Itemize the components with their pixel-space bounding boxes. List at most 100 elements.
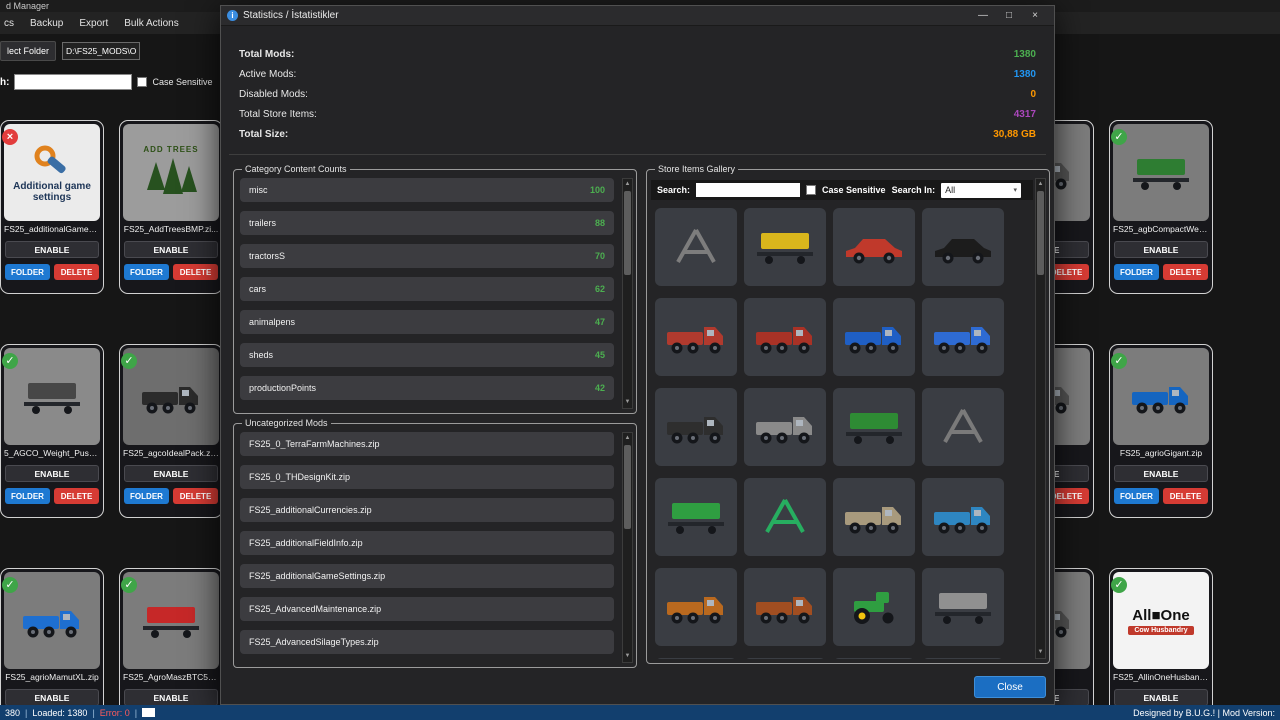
- store-item-truck-tan-icon[interactable]: [833, 478, 915, 556]
- screen: d Manager cs Backup Export Bulk Actions …: [0, 0, 1280, 720]
- store-item-flatbed-truck-gray-icon[interactable]: [744, 388, 826, 466]
- store-item-cultivator-arm-gray-icon[interactable]: [922, 388, 1004, 466]
- delete-button[interactable]: DELETE: [173, 264, 218, 280]
- gallery-search-label: Search:: [657, 185, 690, 195]
- enable-button[interactable]: ENABLE: [124, 241, 218, 258]
- enable-button[interactable]: ENABLE: [5, 241, 99, 258]
- category-counts-group: Category Content Counts misc100trailers8…: [233, 164, 637, 414]
- uncategorized-mods-group: Uncategorized Mods FS25_0_TerraFarmMachi…: [233, 418, 637, 668]
- mod-thumbnail: [4, 572, 100, 669]
- scroll-up-icon[interactable]: ▲: [623, 180, 632, 189]
- store-item-classic-car-black-icon[interactable]: [922, 208, 1004, 286]
- category-row[interactable]: tractorsS70: [240, 244, 614, 268]
- folder-button[interactable]: FOLDER: [1114, 264, 1159, 280]
- enable-button[interactable]: ENABLE: [124, 689, 218, 706]
- enable-button[interactable]: ENABLE: [124, 465, 218, 482]
- uncategorized-mod-row[interactable]: FS25_AdvancedSilageTypes.zip: [240, 630, 614, 654]
- store-item-field-crane-icon[interactable]: [655, 208, 737, 286]
- category-row[interactable]: animalpens47: [240, 310, 614, 334]
- gallery-scrollbar[interactable]: ▲ ▼: [1035, 178, 1046, 659]
- mod-card: ✓FS25_agrioMamutXL.zipENABLEFOLDERDELETE: [0, 568, 104, 720]
- store-item-pickup-black-icon[interactable]: [655, 388, 737, 466]
- scroll-up-icon[interactable]: ▲: [1036, 180, 1045, 189]
- store-item-pickup-red-white-icon[interactable]: [655, 298, 737, 376]
- close-window-button[interactable]: ×: [1022, 6, 1048, 26]
- search-in-value: All: [945, 185, 955, 195]
- statistics-dialog: i Statistics / İstatistikler — □ × Total…: [220, 5, 1055, 705]
- search-in-label: Search In:: [892, 185, 936, 195]
- card-actions: FOLDERDELETE: [1114, 264, 1208, 280]
- delete-button[interactable]: DELETE: [54, 264, 99, 280]
- enabled-badge-icon: ✓: [1111, 577, 1127, 593]
- delete-button[interactable]: DELETE: [173, 488, 218, 504]
- store-item-classic-car-red-icon[interactable]: [833, 208, 915, 286]
- delete-button[interactable]: DELETE: [1163, 264, 1208, 280]
- thumb-caption: ADD TREES: [143, 145, 198, 154]
- uncategorized-mod-name: FS25_additionalGameSettings.zip: [249, 571, 385, 581]
- enabled-badge-icon: ✓: [1111, 129, 1127, 145]
- folder-button[interactable]: FOLDER: [124, 264, 169, 280]
- folder-button[interactable]: FOLDER: [124, 488, 169, 504]
- scrollbar-thumb[interactable]: [624, 191, 631, 275]
- gallery-case-sensitive-checkbox[interactable]: [806, 185, 816, 195]
- scrollbar-thumb[interactable]: [624, 445, 631, 529]
- store-item-truck-blue-icon[interactable]: [922, 478, 1004, 556]
- store-items-gallery-legend: Store Items Gallery: [655, 164, 738, 174]
- category-row[interactable]: sheds45: [240, 343, 614, 367]
- uncategorized-mod-row[interactable]: FS25_additionalGameSettings.zip: [240, 564, 614, 588]
- maximize-button[interactable]: □: [996, 6, 1022, 26]
- enable-button[interactable]: ENABLE: [1114, 689, 1208, 706]
- close-button[interactable]: Close: [974, 676, 1046, 698]
- chevron-down-icon: ▾: [1013, 186, 1017, 194]
- enable-button[interactable]: ENABLE: [5, 465, 99, 482]
- enable-button[interactable]: ENABLE: [5, 689, 99, 706]
- category-row[interactable]: cars62: [240, 277, 614, 301]
- category-row[interactable]: trailers88: [240, 211, 614, 235]
- store-item-partial-4-icon[interactable]: [922, 658, 1004, 659]
- mod-name: FS25_agbCompactWeight...: [1113, 224, 1209, 234]
- store-item-loader-bucket-green-icon[interactable]: [655, 478, 737, 556]
- store-item-semi-truck-red-icon[interactable]: [744, 298, 826, 376]
- delete-button[interactable]: DELETE: [54, 488, 99, 504]
- dialog-titlebar[interactable]: i Statistics / İstatistikler — □ ×: [221, 6, 1054, 26]
- scrollbar-thumb[interactable]: [1037, 191, 1044, 275]
- search-in-dropdown[interactable]: All ▾: [941, 183, 1021, 198]
- mod-card: ✓FS25_AgroMaszBTC50h...ENABLEFOLDERDELET…: [119, 568, 223, 720]
- enable-button[interactable]: ENABLE: [1114, 465, 1208, 482]
- category-row[interactable]: misc100: [240, 178, 614, 202]
- folder-button[interactable]: FOLDER: [5, 488, 50, 504]
- scroll-down-icon[interactable]: ▼: [623, 398, 632, 407]
- delete-button[interactable]: DELETE: [1163, 488, 1208, 504]
- uncategorized-mod-row[interactable]: FS25_AdvancedMaintenance.zip: [240, 597, 614, 621]
- store-item-pickup-blue-icon[interactable]: [833, 298, 915, 376]
- folder-button[interactable]: FOLDER: [5, 264, 50, 280]
- enable-button[interactable]: ENABLE: [1114, 241, 1208, 258]
- status-indicator: [142, 708, 155, 717]
- uncategorized-scrollbar[interactable]: ▲ ▼: [622, 432, 633, 663]
- store-item-auger-green-icon[interactable]: [744, 478, 826, 556]
- store-item-sprayer-yellow-icon[interactable]: [744, 208, 826, 286]
- scroll-up-icon[interactable]: ▲: [623, 434, 632, 443]
- card-actions: FOLDERDELETE: [5, 488, 99, 504]
- folder-button[interactable]: FOLDER: [1114, 488, 1159, 504]
- store-item-seed-drill-green-icon[interactable]: [833, 388, 915, 466]
- category-name: productionPoints: [249, 383, 316, 393]
- store-item-partial-3-icon[interactable]: [833, 658, 915, 659]
- uncategorized-mod-row[interactable]: FS25_additionalFieldInfo.zip: [240, 531, 614, 555]
- category-row[interactable]: productionPoints42: [240, 376, 614, 400]
- scroll-down-icon[interactable]: ▼: [623, 652, 632, 661]
- scroll-down-icon[interactable]: ▼: [1036, 648, 1045, 657]
- store-item-log-truck-orange-icon[interactable]: [655, 568, 737, 646]
- store-item-feeder-trailer-gray-icon[interactable]: [922, 568, 1004, 646]
- store-item-pickup-blue-crew-icon[interactable]: [922, 298, 1004, 376]
- uncategorized-mod-row[interactable]: FS25_additionalCurrencies.zip: [240, 498, 614, 522]
- gallery-search-input[interactable]: [696, 183, 800, 197]
- uncategorized-mod-row[interactable]: FS25_0_THDesignKit.zip: [240, 465, 614, 489]
- store-item-tractor-green-icon[interactable]: [833, 568, 915, 646]
- store-item-partial-1-icon[interactable]: [655, 658, 737, 659]
- minimize-button[interactable]: —: [970, 6, 996, 26]
- store-item-partial-2-icon[interactable]: [744, 658, 826, 659]
- store-item-dump-truck-brown-icon[interactable]: [744, 568, 826, 646]
- uncategorized-mod-row[interactable]: FS25_0_TerraFarmMachines.zip: [240, 432, 614, 456]
- category-scrollbar[interactable]: ▲ ▼: [622, 178, 633, 409]
